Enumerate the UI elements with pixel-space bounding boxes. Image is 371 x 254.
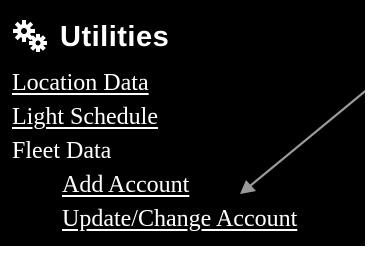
- utilities-menu: Location Data Light Schedule Fleet Data …: [12, 66, 297, 236]
- bottom-border: [0, 246, 371, 254]
- menu-item-light-schedule[interactable]: Light Schedule: [12, 100, 297, 134]
- menu-heading-fleet-data: Fleet Data: [12, 138, 112, 164]
- utilities-panel: Utilities Location Data Light Schedule F…: [0, 0, 371, 254]
- right-border: [365, 0, 371, 254]
- utilities-header: Utilities: [10, 12, 169, 62]
- page-title: Utilities: [60, 20, 170, 53]
- menu-item-location-data[interactable]: Location Data: [12, 66, 297, 100]
- menu-item-add-account[interactable]: Add Account: [12, 168, 297, 202]
- menu-item-update-change-account[interactable]: Update/Change Account: [12, 202, 297, 236]
- gears-icon: [13, 20, 47, 52]
